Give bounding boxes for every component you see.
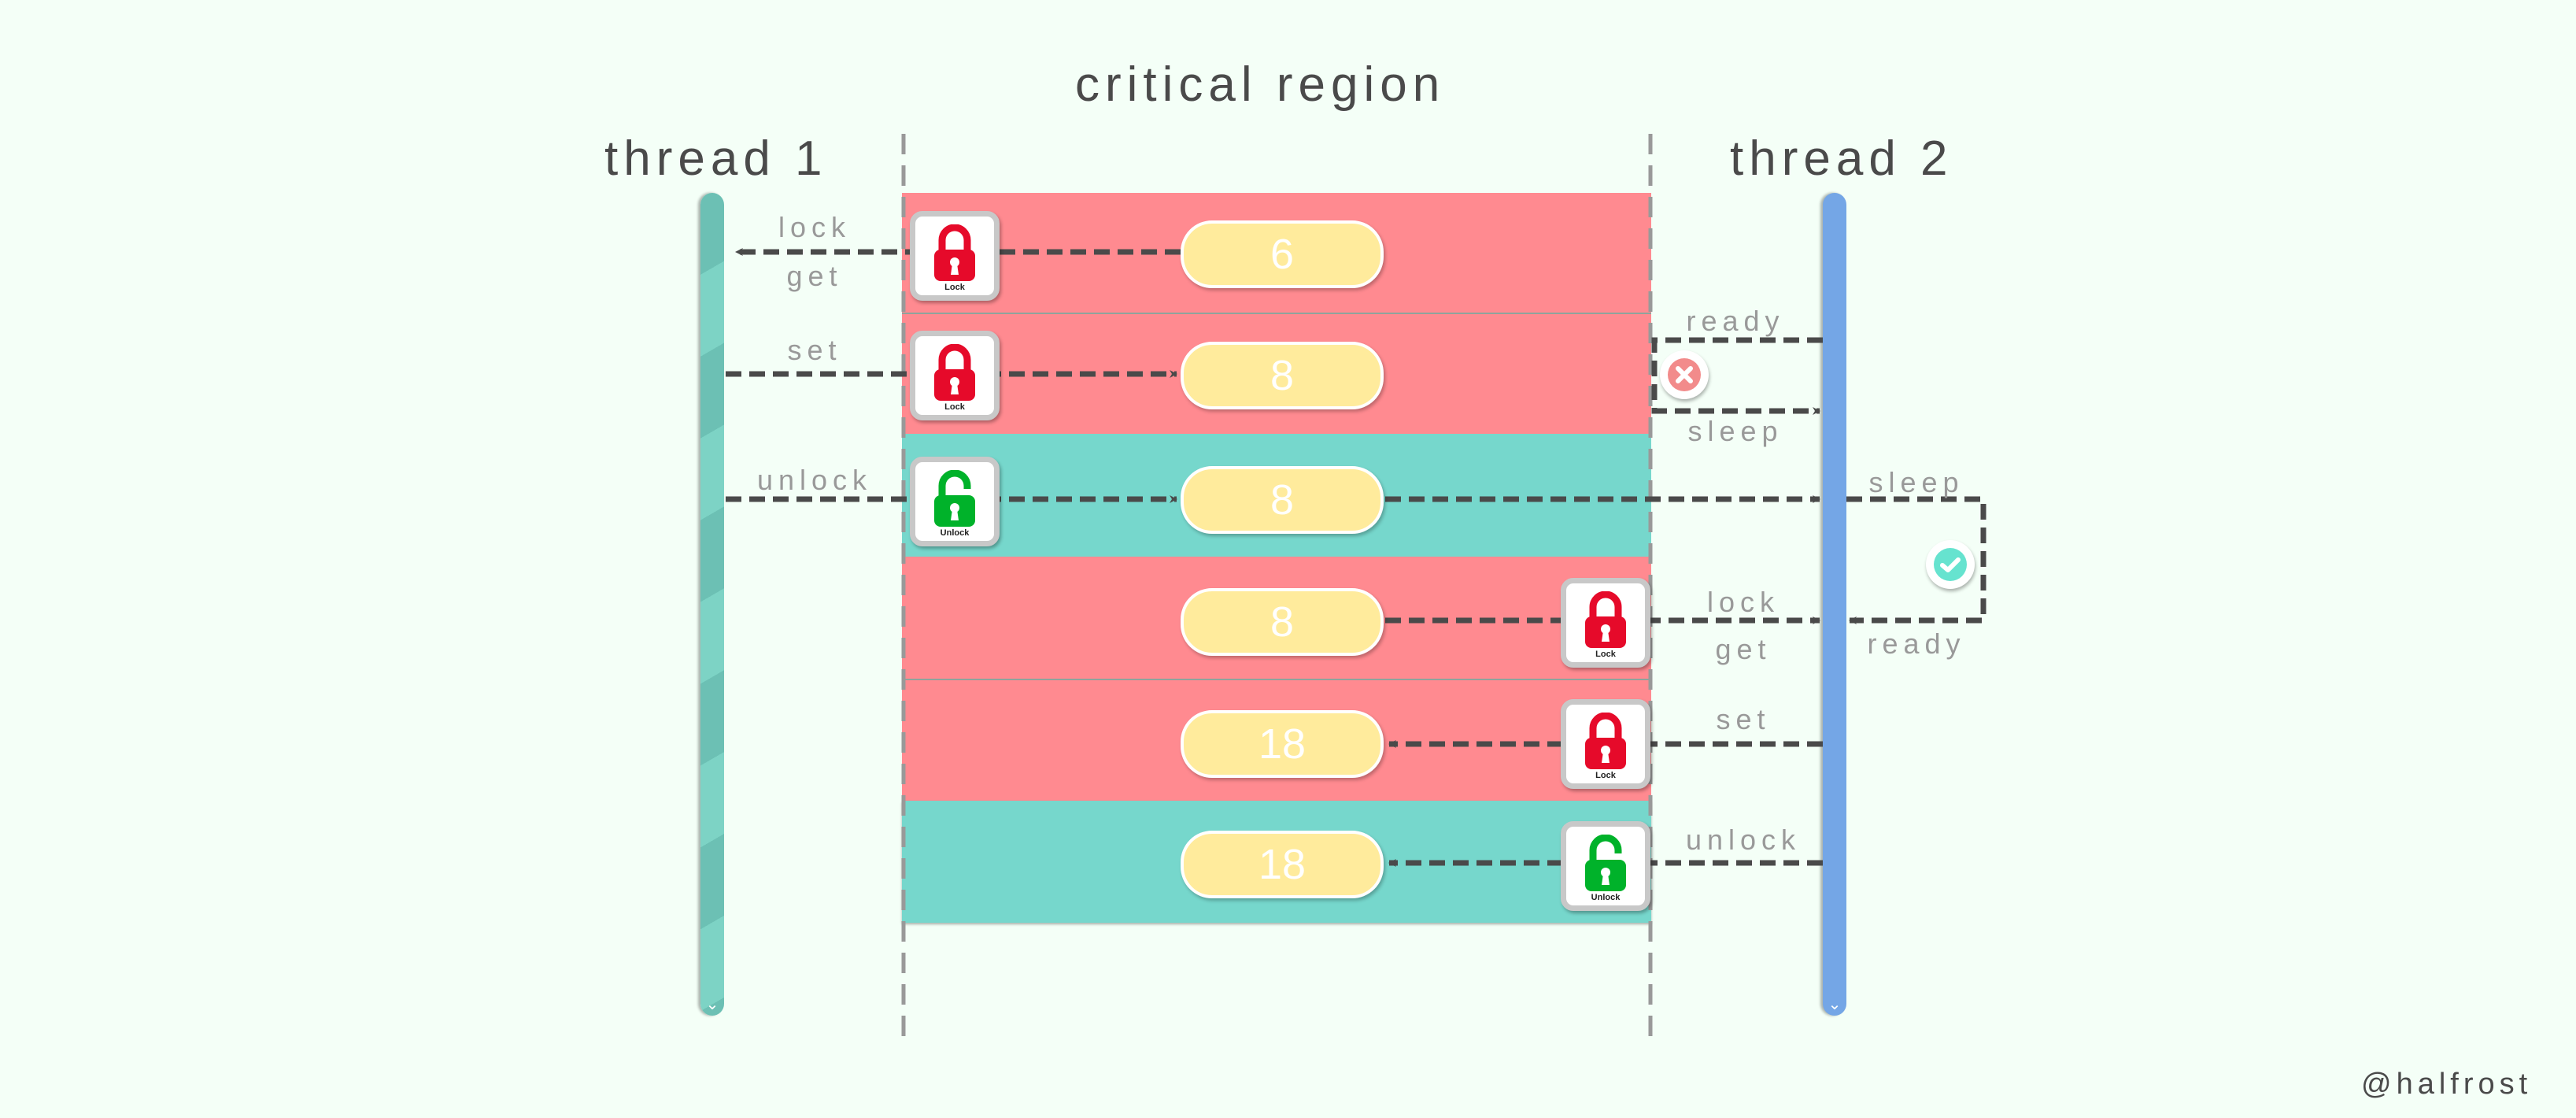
label-set: set — [787, 334, 842, 366]
lock-caption: Lock — [944, 402, 965, 412]
lock-caption: Unlock — [1591, 893, 1621, 902]
label-set: set — [1716, 703, 1771, 735]
fail-badge — [1660, 350, 1709, 399]
x-circle-icon — [1668, 358, 1701, 391]
lock-closed-icon — [934, 224, 975, 281]
watermark: @halfrost — [2361, 1068, 2533, 1101]
label-get: get — [1715, 633, 1772, 665]
label-sleep: sleep — [1687, 415, 1783, 447]
label-lock: lock — [778, 211, 852, 243]
lock-box-step-5: Lock — [1561, 699, 1650, 789]
value-pill-step-1: 6 — [1181, 220, 1384, 288]
lock-caption: Lock — [944, 283, 965, 292]
lock-closed-icon — [1585, 713, 1626, 769]
lock-box-step-2: Lock — [910, 331, 1000, 420]
lock-open-icon — [934, 470, 975, 527]
value-pill-step-3: 8 — [1181, 466, 1384, 534]
lock-closed-icon — [1585, 591, 1626, 648]
value-pill-step-4: 8 — [1181, 588, 1384, 656]
label-unlock: unlock — [1685, 824, 1802, 856]
lock-closed-icon — [934, 344, 975, 401]
label-ready: ready — [1867, 627, 1966, 660]
lock-caption: Lock — [1595, 650, 1616, 659]
value-pill-step-6: 18 — [1181, 831, 1384, 898]
value-pill-step-2: 8 — [1181, 342, 1384, 409]
label-lock: lock — [1706, 586, 1780, 618]
arrows-overlay — [726, 134, 1987, 1039]
success-badge — [1926, 540, 1975, 589]
label-unlock: unlock — [756, 464, 873, 496]
label-get: get — [786, 260, 843, 292]
label-sleep: sleep — [1868, 466, 1964, 498]
check-circle-icon — [1934, 548, 1967, 581]
lock-caption: Unlock — [940, 528, 970, 538]
value-pill-step-5: 18 — [1181, 710, 1384, 778]
lock-box-step-6: Unlock — [1561, 821, 1650, 911]
lock-box-step-3: Unlock — [910, 457, 1000, 546]
label-ready: ready — [1686, 305, 1785, 337]
lock-box-step-1: Lock — [910, 211, 1000, 301]
lock-open-icon — [1585, 835, 1626, 891]
lock-caption: Lock — [1595, 771, 1616, 780]
lock-box-step-4: Lock — [1561, 578, 1650, 668]
